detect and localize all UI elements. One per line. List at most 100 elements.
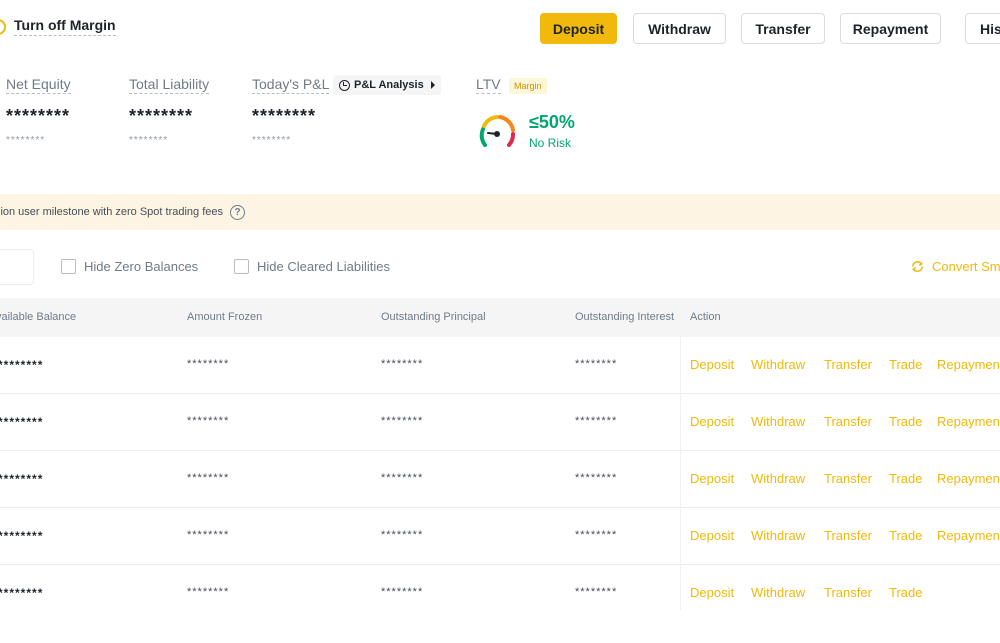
todays-pnl-stat: Today's P&L ******** ******** <box>252 76 330 146</box>
row-deposit-link[interactable]: Deposit <box>690 585 734 600</box>
row-transfer-link[interactable]: Transfer <box>824 357 872 372</box>
toggle-circle-icon <box>0 18 6 35</box>
row-transfer-link[interactable]: Transfer <box>824 528 872 543</box>
row-withdraw-link[interactable]: Withdraw <box>751 357 805 372</box>
table-header: vailable Balance Amount Frozen Outstandi… <box>0 298 1000 337</box>
row-deposit-link[interactable]: Deposit <box>690 414 734 429</box>
available-balance-cell: ******** <box>0 586 44 600</box>
help-icon[interactable]: ? <box>230 204 246 220</box>
column-outstanding-interest: Outstanding Interest <box>575 311 675 323</box>
outstanding-principal-cell: ******** <box>381 472 424 484</box>
column-available-balance: vailable Balance <box>0 311 77 323</box>
action-divider <box>680 337 681 394</box>
row-repayment-link[interactable]: Repaymen <box>937 357 1000 372</box>
ltv-gauge-icon <box>479 115 515 147</box>
hide-zero-balances-label: Hide Zero Balances <box>84 259 199 274</box>
ltv-label[interactable]: LTV <box>476 76 501 94</box>
row-deposit-link[interactable]: Deposit <box>690 357 734 372</box>
withdraw-button[interactable]: Withdraw <box>633 13 726 44</box>
caret-right-icon <box>430 81 435 89</box>
search-input[interactable] <box>0 249 34 285</box>
available-balance-cell: ******** <box>0 415 44 429</box>
todays-pnl-value: ******** <box>252 106 317 126</box>
amount-frozen-cell: ******** <box>187 358 230 370</box>
margin-account-page: Turn off Margin Deposit Withdraw Transfe… <box>0 0 1000 643</box>
outstanding-interest-cell: ******** <box>575 415 618 427</box>
available-balance-cell: ******** <box>0 529 44 543</box>
net-equity-sub: ******** <box>6 135 46 146</box>
action-divider <box>680 394 681 451</box>
pnl-analysis-label: P&L Analysis <box>354 79 424 91</box>
convert-icon <box>912 261 923 272</box>
pnl-analysis-button[interactable]: P&L Analysis <box>333 75 441 95</box>
ltv-stat: LTV Margin ≤50% No Risk <box>476 76 575 150</box>
action-divider <box>680 508 681 565</box>
turn-off-margin-toggle[interactable]: Turn off Margin <box>0 17 116 36</box>
outstanding-interest-cell: ******** <box>575 358 618 370</box>
transfer-button[interactable]: Transfer <box>741 13 825 44</box>
todays-pnl-label[interactable]: Today's P&L <box>252 76 330 94</box>
checkbox-icon <box>61 259 76 274</box>
row-transfer-link[interactable]: Transfer <box>824 414 872 429</box>
table-row: ******** ******** ******** ******** Depo… <box>0 337 1000 394</box>
table-row: ******** ******** ******** ******** Depo… <box>0 394 1000 451</box>
table-row: ******** ******** ******** ******** Depo… <box>0 451 1000 508</box>
total-liability-value: ******** <box>129 106 194 126</box>
net-equity-stat: Net Equity ******** ******** <box>6 76 71 146</box>
net-equity-label[interactable]: Net Equity <box>6 76 71 94</box>
row-trade-link[interactable]: Trade <box>889 414 922 429</box>
hide-zero-balances-checkbox[interactable]: Hide Zero Balances <box>61 259 198 274</box>
ltv-value: ≤50% <box>529 112 575 132</box>
row-withdraw-link[interactable]: Withdraw <box>751 414 805 429</box>
history-button[interactable]: His <box>965 13 1000 44</box>
convert-small-balance-link[interactable]: Convert Sm <box>910 259 1000 274</box>
row-trade-link[interactable]: Trade <box>889 471 922 486</box>
todays-pnl-sub: ******** <box>252 135 292 146</box>
available-balance-cell: ******** <box>0 472 44 486</box>
promo-banner: lion user milestone with zero Spot tradi… <box>0 194 1000 230</box>
row-repayment-link[interactable]: Repaymen <box>937 471 1000 486</box>
outstanding-interest-cell: ******** <box>575 529 618 541</box>
deposit-button[interactable]: Deposit <box>540 13 617 44</box>
column-action: Action <box>690 311 721 323</box>
row-transfer-link[interactable]: Transfer <box>824 585 872 600</box>
action-divider <box>680 565 681 610</box>
margin-badge: Margin <box>509 78 547 94</box>
turn-off-margin-label: Turn off Margin <box>14 17 116 36</box>
amount-frozen-cell: ******** <box>187 529 230 541</box>
outstanding-principal-cell: ******** <box>381 415 424 427</box>
amount-frozen-cell: ******** <box>187 586 230 598</box>
outstanding-principal-cell: ******** <box>381 586 424 598</box>
row-withdraw-link[interactable]: Withdraw <box>751 471 805 486</box>
available-balance-cell: ******** <box>0 358 44 372</box>
outstanding-interest-cell: ******** <box>575 472 618 484</box>
hide-cleared-liabilities-checkbox[interactable]: Hide Cleared Liabilities <box>234 259 390 274</box>
ltv-risk-label: No Risk <box>529 136 572 150</box>
total-liability-label[interactable]: Total Liability <box>129 76 210 94</box>
column-outstanding-principal: Outstanding Principal <box>381 311 486 323</box>
row-repayment-link[interactable]: Repaymen <box>937 528 1000 543</box>
repayment-button[interactable]: Repayment <box>840 13 941 44</box>
row-withdraw-link[interactable]: Withdraw <box>751 528 805 543</box>
amount-frozen-cell: ******** <box>187 472 230 484</box>
row-trade-link[interactable]: Trade <box>889 585 922 600</box>
convert-label: Convert Sm <box>932 259 1000 274</box>
table-row: ******** ******** ******** ******** Depo… <box>0 565 1000 635</box>
clock-icon <box>339 79 350 91</box>
action-divider <box>680 451 681 508</box>
total-liability-sub: ******** <box>129 135 169 146</box>
amount-frozen-cell: ******** <box>187 415 230 427</box>
row-withdraw-link[interactable]: Withdraw <box>751 585 805 600</box>
row-deposit-link[interactable]: Deposit <box>690 528 734 543</box>
total-liability-stat: Total Liability ******** ******** <box>129 76 210 146</box>
row-trade-link[interactable]: Trade <box>889 357 922 372</box>
row-deposit-link[interactable]: Deposit <box>690 471 734 486</box>
net-equity-value: ******** <box>6 106 71 126</box>
row-transfer-link[interactable]: Transfer <box>824 471 872 486</box>
row-trade-link[interactable]: Trade <box>889 528 922 543</box>
checkbox-icon <box>234 259 249 274</box>
outstanding-principal-cell: ******** <box>381 529 424 541</box>
outstanding-interest-cell: ******** <box>575 586 618 598</box>
outstanding-principal-cell: ******** <box>381 358 424 370</box>
row-repayment-link[interactable]: Repaymen <box>937 414 1000 429</box>
